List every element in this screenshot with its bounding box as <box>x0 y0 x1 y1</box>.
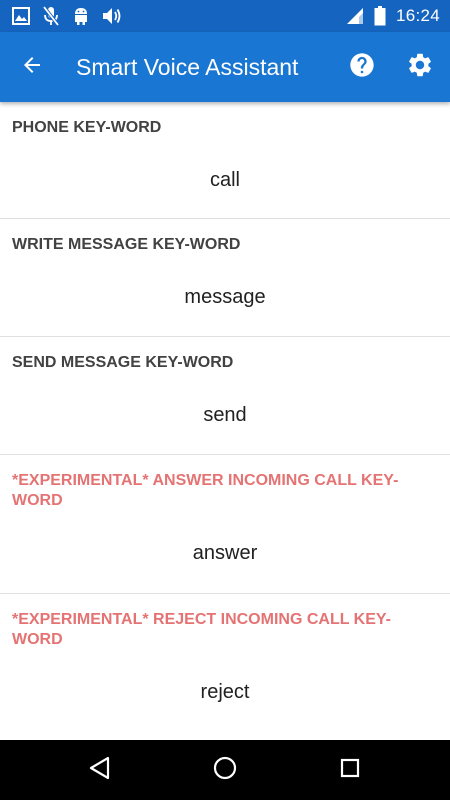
status-bar: 16:24 <box>0 0 450 32</box>
gear-icon <box>406 51 434 84</box>
help-button[interactable] <box>344 49 380 85</box>
status-right-icons: 16:24 <box>346 5 440 27</box>
setting-phone-keyword[interactable]: PHONE KEY-WORD call <box>0 102 450 219</box>
setting-value: send <box>203 404 247 426</box>
arrow-back-icon <box>20 53 44 82</box>
status-time: 16:24 <box>395 6 440 25</box>
settings-button[interactable] <box>402 49 438 85</box>
navigation-bar <box>0 740 450 800</box>
app-bar: Smart Voice Assistant <box>0 32 450 102</box>
nav-home-button[interactable] <box>207 752 243 788</box>
setting-value: answer <box>192 542 258 564</box>
setting-value: message <box>184 286 266 308</box>
setting-value: call <box>209 169 240 191</box>
setting-reject-call-keyword[interactable]: *EXPERIMENTAL* REJECT INCOMING CALL KEY-… <box>0 594 450 734</box>
android-icon <box>72 6 90 26</box>
setting-label: WRITE MESSAGE KEY-WORD <box>12 236 241 253</box>
nav-recents-button[interactable] <box>332 752 368 788</box>
setting-label: *EXPERIMENTAL* REJECT INCOMING CALL KEY-… <box>12 611 391 648</box>
setting-label: *EXPERIMENTAL* ANSWER INCOMING CALL KEY-… <box>12 472 399 509</box>
signal-icon <box>346 7 364 25</box>
settings-list: PHONE KEY-WORD call WRITE MESSAGE KEY-WO… <box>0 102 450 740</box>
image-icon <box>12 7 30 25</box>
setting-write-message-keyword[interactable]: WRITE MESSAGE KEY-WORD message <box>0 219 450 337</box>
back-button[interactable] <box>14 49 50 85</box>
nav-back-icon <box>87 755 113 786</box>
setting-value: reject <box>200 681 250 703</box>
setting-send-message-keyword[interactable]: SEND MESSAGE KEY-WORD send <box>0 337 450 455</box>
nav-back-button[interactable] <box>82 752 118 788</box>
setting-label: SEND MESSAGE KEY-WORD <box>12 354 234 371</box>
status-left-icons <box>12 5 122 27</box>
nav-home-icon <box>212 755 238 786</box>
setting-answer-call-keyword[interactable]: *EXPERIMENTAL* ANSWER INCOMING CALL KEY-… <box>0 455 450 594</box>
screen: 16:24 Smart Voice Assistant PHONE KEY-WO… <box>0 0 450 800</box>
mic-off-icon <box>42 6 60 26</box>
help-icon <box>348 51 376 84</box>
setting-label: PHONE KEY-WORD <box>12 119 162 136</box>
battery-icon <box>374 6 386 26</box>
volume-icon <box>102 7 122 25</box>
nav-recents-icon <box>338 756 362 785</box>
app-title: Smart Voice Assistant <box>76 54 299 80</box>
